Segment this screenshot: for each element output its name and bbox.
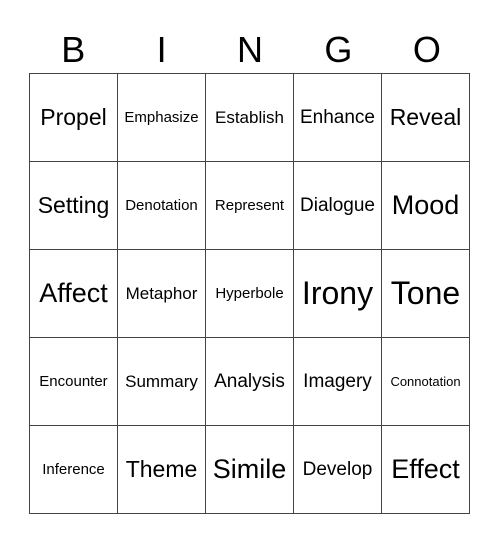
header-letter-n: N: [237, 29, 264, 70]
header-letter-o: O: [412, 29, 441, 70]
bingo-cell[interactable]: Propel: [30, 74, 118, 162]
bingo-card: Propel Emphasize Establish Enhance Revea…: [29, 73, 470, 514]
bingo-cell[interactable]: Denotation: [118, 162, 206, 250]
bingo-cell[interactable]: Encounter: [30, 338, 118, 426]
bingo-cell[interactable]: Tone: [382, 250, 470, 338]
bingo-cell[interactable]: Dialogue: [294, 162, 382, 250]
bingo-cell[interactable]: Simile: [206, 426, 294, 514]
bingo-cell[interactable]: Connotation: [382, 338, 470, 426]
bingo-cell[interactable]: Establish: [206, 74, 294, 162]
header-letter-i: I: [156, 29, 167, 70]
bingo-cell[interactable]: Emphasize: [118, 74, 206, 162]
bingo-header: B I N G O: [29, 26, 471, 74]
bingo-cell[interactable]: Summary: [118, 338, 206, 426]
bingo-cell[interactable]: Analysis: [206, 338, 294, 426]
bingo-cell[interactable]: Mood: [382, 162, 470, 250]
bingo-cell[interactable]: Reveal: [382, 74, 470, 162]
bingo-cell[interactable]: Irony: [294, 250, 382, 338]
bingo-cell[interactable]: Hyperbole: [206, 250, 294, 338]
bingo-cell[interactable]: Inference: [30, 426, 118, 514]
bingo-cell[interactable]: Theme: [118, 426, 206, 514]
bingo-cell[interactable]: Effect: [382, 426, 470, 514]
bingo-cell[interactable]: Imagery: [294, 338, 382, 426]
bingo-cell[interactable]: Develop: [294, 426, 382, 514]
bingo-cell[interactable]: Affect: [30, 250, 118, 338]
header-letter-g: G: [324, 29, 353, 70]
bingo-cell[interactable]: Metaphor: [118, 250, 206, 338]
header-letter-b: B: [61, 29, 86, 70]
bingo-cell[interactable]: Represent: [206, 162, 294, 250]
bingo-cell[interactable]: Enhance: [294, 74, 382, 162]
bingo-cell[interactable]: Setting: [30, 162, 118, 250]
